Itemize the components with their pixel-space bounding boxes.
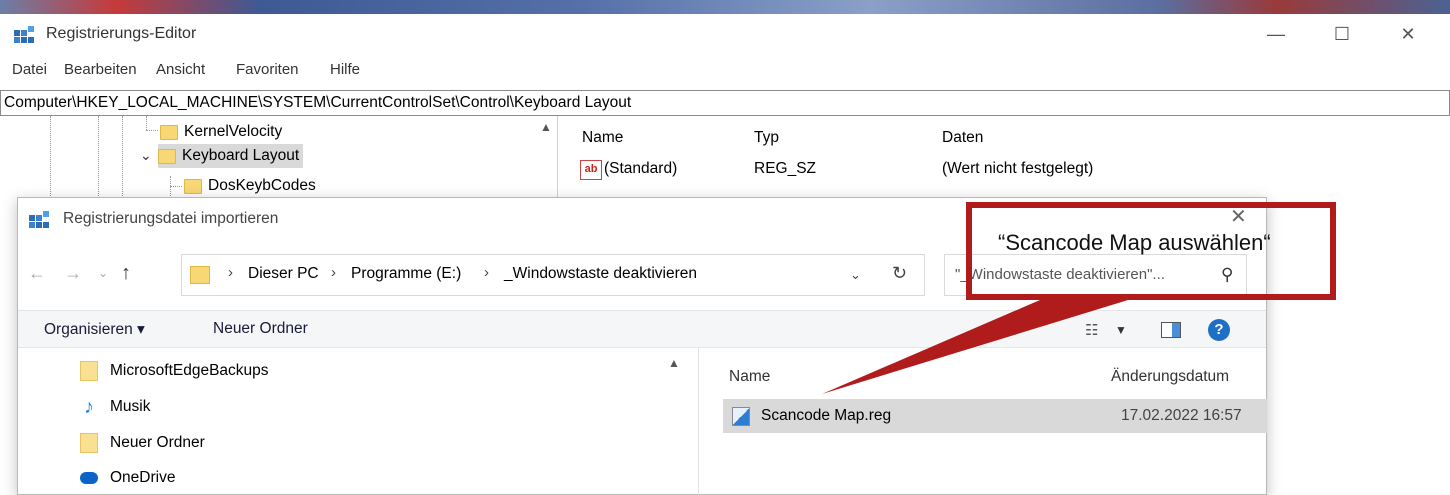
string-value-icon: ab — [580, 160, 602, 180]
maximize-button[interactable]: ☐ — [1322, 20, 1362, 48]
folder-icon — [184, 178, 202, 194]
chevron-down-icon[interactable]: ⌄ — [850, 267, 861, 283]
file-modified: 17.02.2022 16:57 — [1121, 407, 1242, 424]
nav-item-label: Musik — [110, 398, 151, 415]
menu-hilfe[interactable]: Hilfe — [330, 61, 360, 78]
chevron-down-icon[interactable]: ▼ — [1115, 323, 1127, 337]
column-header-name[interactable]: Name — [729, 368, 770, 386]
folder-icon — [80, 361, 98, 381]
annotation-text: “Scancode Map auswählen“ — [998, 230, 1271, 255]
music-icon: ♪ — [84, 395, 94, 418]
nav-item-neuer-ordner[interactable]: Neuer Ordner — [80, 428, 205, 458]
registry-editor-icon — [14, 26, 34, 43]
chevron-right-icon[interactable]: › — [228, 264, 233, 281]
scroll-up-icon[interactable]: ▲ — [540, 120, 552, 134]
breadcrumb[interactable]: › Dieser PC › Programme (E:) › _Windowst… — [181, 254, 925, 296]
annotation-callout: “Scancode Map auswählen“ — [966, 202, 1336, 300]
minimize-button[interactable]: — — [1256, 20, 1296, 48]
nav-item-label: OneDrive — [110, 469, 176, 486]
column-header-data[interactable]: Daten — [942, 129, 983, 147]
tree-item-kernelvelocity[interactable]: KernelVelocity — [160, 120, 282, 144]
folder-icon — [190, 266, 210, 284]
view-details-icon[interactable]: ☷ — [1085, 321, 1098, 339]
tree-guide-line — [98, 116, 99, 196]
file-row-scancode-map[interactable]: Scancode Map.reg 17.02.2022 16:57 — [723, 399, 1267, 433]
address-path: Computer\HKEY_LOCAL_MACHINE\SYSTEM\Curre… — [4, 94, 632, 111]
dialog-title: Registrierungsdatei importieren — [63, 210, 279, 227]
chevron-right-icon[interactable]: › — [484, 264, 489, 281]
breadcrumb-item[interactable]: Programme (E:) — [351, 265, 461, 283]
chevron-down-icon[interactable]: ⌄ — [98, 266, 108, 280]
tree-item-label: DosKeybCodes — [208, 177, 316, 194]
tree-guide-line — [122, 116, 123, 196]
help-icon[interactable]: ? — [1208, 319, 1230, 341]
command-bar: Organisieren ▾ Neuer Ordner ☷ ▼ ? — [18, 310, 1266, 348]
tree-item-label: KernelVelocity — [184, 123, 283, 140]
refresh-icon[interactable]: ↻ — [892, 263, 907, 284]
tree-guide-line — [50, 116, 51, 196]
menu-favoriten[interactable]: Favoriten — [236, 61, 299, 78]
value-name[interactable]: (Standard) — [604, 160, 677, 178]
chevron-right-icon[interactable]: › — [331, 264, 336, 281]
tree-item-keyboard-layout[interactable]: Keyboard Layout — [158, 144, 304, 168]
window-title: Registrierungs-Editor — [46, 25, 197, 42]
column-header-name[interactable]: Name — [582, 129, 623, 147]
organize-button[interactable]: Organisieren ▾ — [44, 320, 145, 339]
folder-icon — [158, 148, 176, 164]
value-type: REG_SZ — [754, 160, 817, 177]
title-bar: Registrierungs-Editor — ☐ ✕ — [0, 14, 1450, 54]
cloud-icon — [80, 472, 98, 484]
tree-guide-line — [146, 116, 147, 130]
column-header-modified[interactable]: Änderungsdatum — [1111, 368, 1229, 386]
address-bar[interactable]: Computer\HKEY_LOCAL_MACHINE\SYSTEM\Curre… — [0, 90, 1450, 116]
tree-item-label: Keyboard Layout — [182, 147, 300, 164]
up-arrow-icon[interactable]: ↑ — [121, 262, 131, 285]
back-arrow-icon[interactable]: ← — [28, 263, 46, 284]
folder-icon — [80, 433, 98, 453]
menu-bearbeiten[interactable]: Bearbeiten — [64, 61, 137, 78]
tree-guide-line — [170, 186, 182, 187]
nav-item-label: MicrosoftEdgeBackups — [110, 362, 269, 379]
folder-icon — [160, 124, 178, 140]
file-list: Name Änderungsdatum Scancode Map.reg 17.… — [698, 348, 1267, 495]
breadcrumb-item[interactable]: Dieser PC — [248, 265, 319, 283]
preview-pane-icon[interactable] — [1161, 322, 1181, 338]
tree-item-doskeybcodes[interactable]: DosKeybCodes — [184, 174, 316, 198]
tree-guide-line — [146, 130, 158, 131]
chevron-down-icon[interactable]: ⌄ — [140, 147, 152, 164]
nav-item-onedrive[interactable]: OneDrive — [80, 463, 175, 493]
column-header-type[interactable]: Typ — [754, 129, 779, 147]
registry-file-icon — [732, 407, 750, 426]
new-folder-button[interactable]: Neuer Ordner — [213, 320, 308, 338]
nav-item-musik[interactable]: ♪ Musik — [80, 392, 150, 422]
menu-bar: Datei Bearbeiten Ansicht Favoriten Hilfe — [0, 58, 1450, 82]
forward-arrow-icon[interactable]: → — [64, 263, 82, 284]
menu-datei[interactable]: Datei — [12, 61, 47, 78]
navigation-pane: ▲ MicrosoftEdgeBackups ♪ Musik Neuer Ord… — [18, 348, 698, 495]
breadcrumb-item[interactable]: _Windowstaste deaktivieren — [504, 265, 697, 283]
scroll-up-icon[interactable]: ▲ — [668, 356, 680, 370]
nav-item-label: Neuer Ordner — [110, 434, 205, 451]
value-data: (Wert nicht festgelegt) — [942, 160, 1094, 177]
desktop-wallpaper-strip — [0, 0, 1450, 14]
file-name: Scancode Map.reg — [761, 407, 892, 424]
nav-item-microsoftedgebackups[interactable]: MicrosoftEdgeBackups — [80, 356, 269, 386]
registry-editor-icon — [29, 211, 49, 228]
close-button[interactable]: ✕ — [1388, 20, 1428, 48]
menu-ansicht[interactable]: Ansicht — [156, 61, 205, 78]
